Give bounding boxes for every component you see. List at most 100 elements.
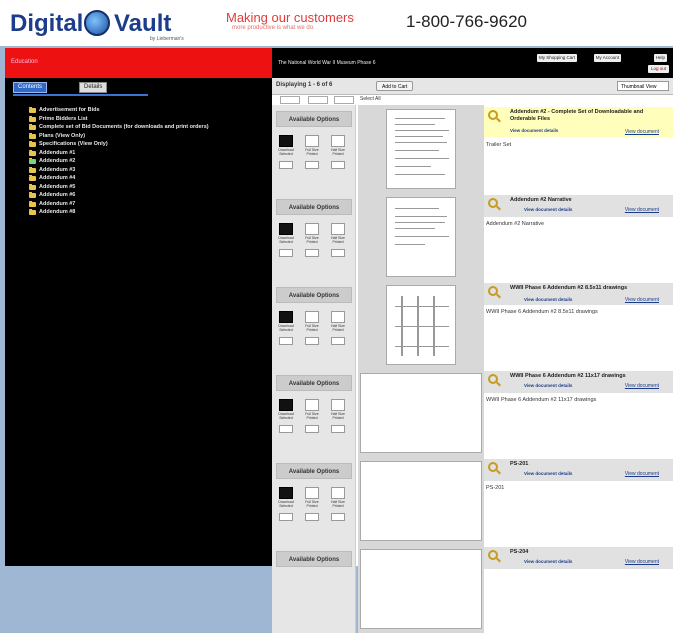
document-details-link[interactable]: View document details <box>510 128 558 133</box>
document-title[interactable]: Addendum #2 - Complete Set of Downloadab… <box>510 109 668 122</box>
select-all-label[interactable]: Select All <box>360 96 381 102</box>
download-option[interactable]: Download Selected <box>276 311 296 333</box>
half-size-checkbox[interactable] <box>331 249 345 257</box>
document-thumbnail[interactable] <box>358 105 484 193</box>
tree-item[interactable]: Addendum #2 <box>29 157 269 166</box>
folder-icon <box>29 158 36 164</box>
shopping-cart-link[interactable]: My Shopping Cart <box>536 54 577 62</box>
download-option[interactable]: Download Selected <box>276 223 296 245</box>
half-size-checkbox[interactable] <box>331 513 345 521</box>
tree-item[interactable]: Complete set of Bid Documents (for downl… <box>29 123 269 132</box>
magnifier-icon[interactable] <box>488 286 498 296</box>
digital-vault-logo[interactable]: Digital Vault by Lieberman's <box>10 6 200 42</box>
folder-icon <box>29 141 36 147</box>
tree-item[interactable]: Addendum #7 <box>29 200 269 209</box>
magnifier-icon[interactable] <box>488 374 498 384</box>
document-title[interactable]: PS-201 <box>510 461 668 468</box>
magnifier-icon[interactable] <box>488 110 498 120</box>
logout-button[interactable]: Log out <box>647 65 669 73</box>
tree-item[interactable]: Addendum #4 <box>29 174 269 183</box>
download-checkbox[interactable] <box>279 249 293 257</box>
full-size-option[interactable]: Full Size Printed <box>302 399 322 421</box>
download-option[interactable]: Download Selected <box>276 135 296 157</box>
floppy-disk-icon <box>279 311 293 323</box>
download-checkbox[interactable] <box>279 425 293 433</box>
document-details-link[interactable]: View document details <box>524 383 572 388</box>
download-checkbox[interactable] <box>279 513 293 521</box>
half-size-checkbox[interactable] <box>331 337 345 345</box>
magnifier-icon[interactable] <box>488 462 498 472</box>
available-options-label: Available Options <box>276 199 352 215</box>
document-thumbnail[interactable] <box>358 369 484 457</box>
document-thumbnail[interactable] <box>358 281 484 369</box>
tab-contents[interactable]: Contents <box>13 82 48 93</box>
help-link[interactable]: Help <box>653 54 667 62</box>
logo-digital-text: Digital <box>10 10 84 37</box>
full-size-checkbox[interactable] <box>305 161 319 169</box>
full-size-checkbox[interactable] <box>305 425 319 433</box>
option-label: Download Selected <box>278 500 294 508</box>
full-size-checkbox[interactable] <box>305 513 319 521</box>
results-count: Displaying 1 - 6 of 6 <box>276 82 333 88</box>
tree-item[interactable]: Addendum #6 <box>29 191 269 200</box>
half-size-option[interactable]: Half Size Printed <box>328 135 348 157</box>
download-option[interactable]: Download Selected <box>276 399 296 421</box>
magnifier-icon[interactable] <box>488 198 498 208</box>
view-document-link[interactable]: View document <box>625 471 659 477</box>
checkbox[interactable] <box>280 96 300 104</box>
download-checkbox[interactable] <box>279 161 293 169</box>
add-to-cart-button[interactable]: Add to Cart <box>376 81 414 91</box>
full-size-option[interactable]: Full Size Printed <box>302 135 322 157</box>
document-details-link[interactable]: View document details <box>524 207 572 212</box>
view-document-link[interactable]: View document <box>625 383 659 389</box>
left-header-label[interactable]: Education <box>11 59 38 65</box>
half-size-option[interactable]: Half Size Printed <box>328 487 348 509</box>
full-size-option[interactable]: Full Size Printed <box>302 223 322 245</box>
download-checkbox[interactable] <box>279 337 293 345</box>
my-account-link[interactable]: My Account <box>593 54 621 62</box>
document-info: Addendum #2 - Complete Set of Downloadab… <box>484 105 673 193</box>
tree-item[interactable]: Advertisement for Bids <box>29 106 269 115</box>
tree-item[interactable]: Addendum #8 <box>29 208 269 217</box>
document-info: Addendum #2 Narrative View document deta… <box>484 193 673 281</box>
magnifier-icon[interactable] <box>488 550 498 560</box>
document-thumbnail[interactable] <box>358 457 484 545</box>
document-details-link[interactable]: View document details <box>524 471 572 476</box>
available-options-label: Available Options <box>276 287 352 303</box>
checkbox[interactable] <box>308 96 328 104</box>
checkbox[interactable] <box>334 96 354 104</box>
download-option[interactable]: Download Selected <box>276 487 296 509</box>
tab-details[interactable]: Details <box>79 82 108 93</box>
view-document-link[interactable]: View document <box>625 559 659 565</box>
half-size-option[interactable]: Half Size Printed <box>328 223 348 245</box>
tree-item[interactable]: Addendum #1 <box>29 149 269 158</box>
document-details-link[interactable]: View document details <box>524 559 572 564</box>
half-size-option[interactable]: Half Size Printed <box>328 311 348 333</box>
view-mode-select[interactable]: Thumbnail View <box>617 81 669 91</box>
half-size-checkbox[interactable] <box>331 161 345 169</box>
full-size-checkbox[interactable] <box>305 337 319 345</box>
document-title[interactable]: Addendum #2 Narrative <box>510 197 668 204</box>
tree-item-label: Addendum #6 <box>39 192 76 198</box>
view-document-link[interactable]: View document <box>625 129 659 135</box>
document-thumbnail[interactable] <box>358 545 484 633</box>
full-size-option[interactable]: Full Size Printed <box>302 311 322 333</box>
tree-item[interactable]: Prime Bidders List <box>29 115 269 124</box>
full-size-option[interactable]: Full Size Printed <box>302 487 322 509</box>
half-size-checkbox[interactable] <box>331 425 345 433</box>
tree-item[interactable]: Addendum #5 <box>29 183 269 192</box>
tree-item[interactable]: Specifications (View Only) <box>29 140 269 149</box>
full-size-checkbox[interactable] <box>305 249 319 257</box>
document-details-link[interactable]: View document details <box>524 297 572 302</box>
view-document-link[interactable]: View document <box>625 297 659 303</box>
tree-item[interactable]: Addendum #3 <box>29 166 269 175</box>
document-title[interactable]: WWII Phase 6 Addendum #2 11x17 drawings <box>510 373 668 380</box>
left-panel: Education Contents Details Advertisement… <box>5 48 272 566</box>
document-thumbnail[interactable] <box>358 193 484 281</box>
tree-item-label: Advertisement for Bids <box>39 107 100 113</box>
tree-item[interactable]: Plans (View Only) <box>29 132 269 141</box>
half-size-option[interactable]: Half Size Printed <box>328 399 348 421</box>
document-title[interactable]: PS-204 <box>510 549 668 556</box>
document-title[interactable]: WWII Phase 6 Addendum #2 8.5x11 drawings <box>510 285 668 292</box>
view-document-link[interactable]: View document <box>625 207 659 213</box>
